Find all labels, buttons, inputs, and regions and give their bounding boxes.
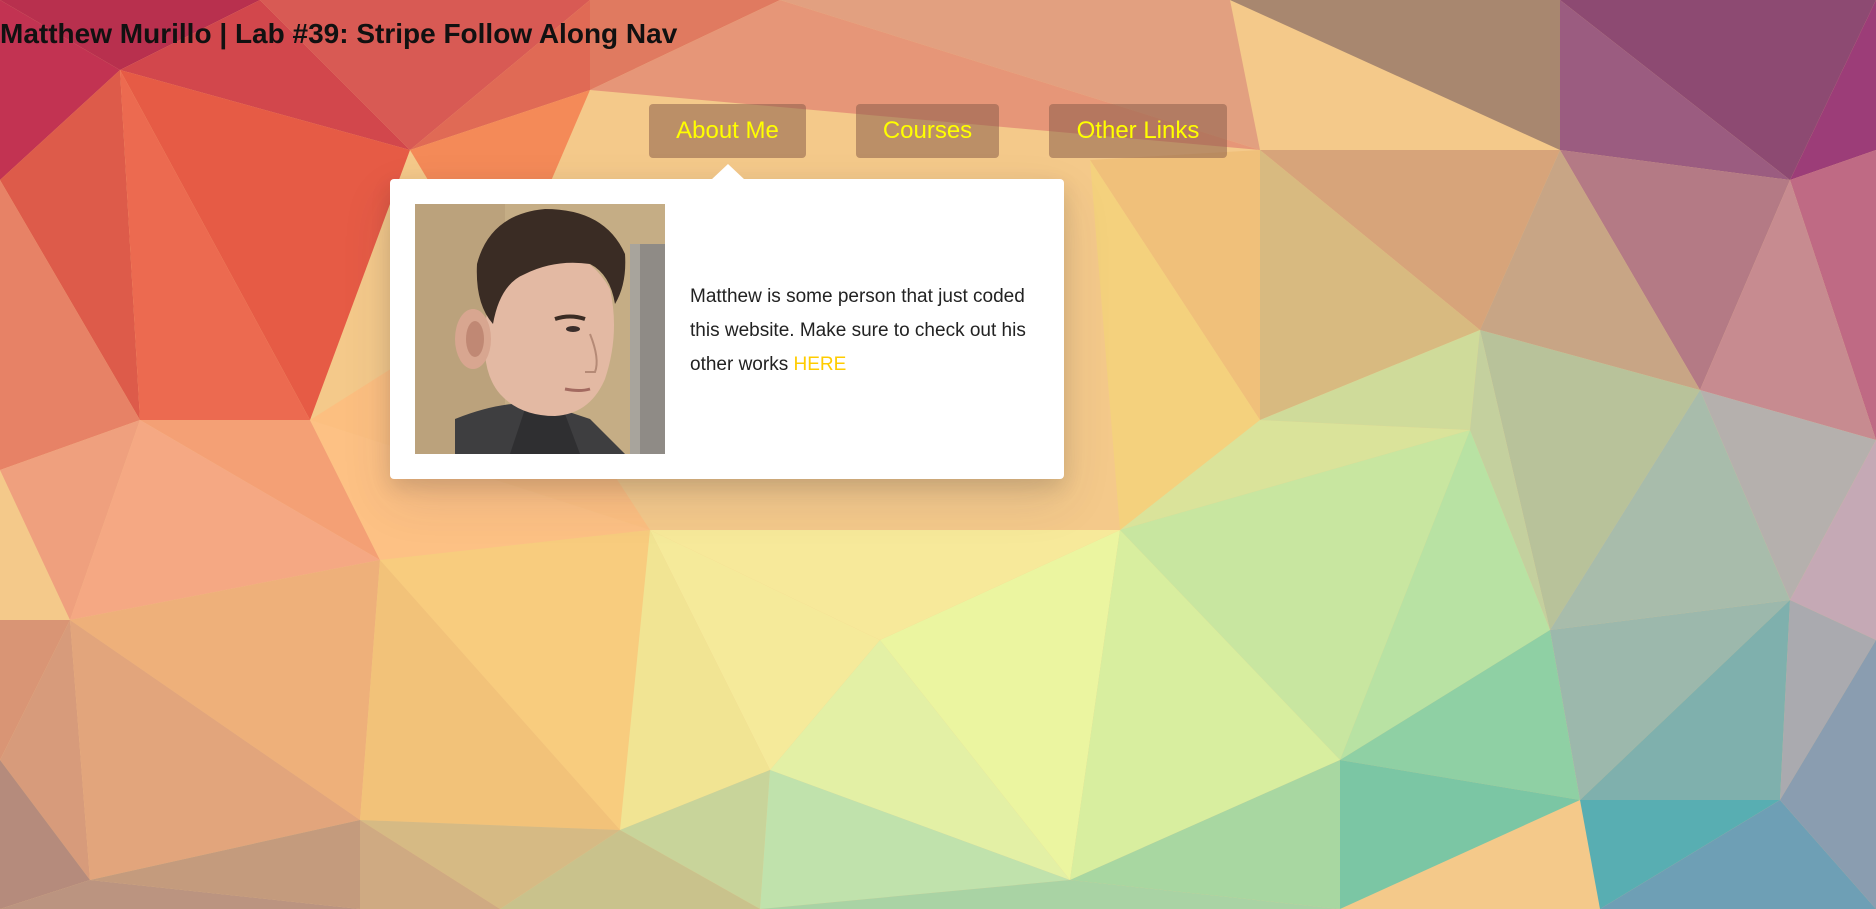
bio-body: Matthew is some person that just coded t… — [690, 286, 1026, 375]
nav-item-courses[interactable]: Courses — [856, 104, 999, 158]
profile-photo — [415, 204, 665, 454]
page-title: Matthew Murillo | Lab #39: Stripe Follow… — [0, 18, 678, 49]
nav-item-other-links[interactable]: Other Links — [1049, 104, 1227, 158]
nav-item-about-me[interactable]: About Me — [649, 104, 806, 158]
top-nav: About Me Courses Other Links — [0, 104, 1876, 158]
dropdown-arrow — [711, 164, 745, 180]
other-works-link[interactable]: HERE — [793, 354, 846, 375]
bio-text: Matthew is some person that just coded t… — [690, 280, 1050, 382]
about-me-dropdown: Matthew is some person that just coded t… — [390, 179, 1064, 479]
